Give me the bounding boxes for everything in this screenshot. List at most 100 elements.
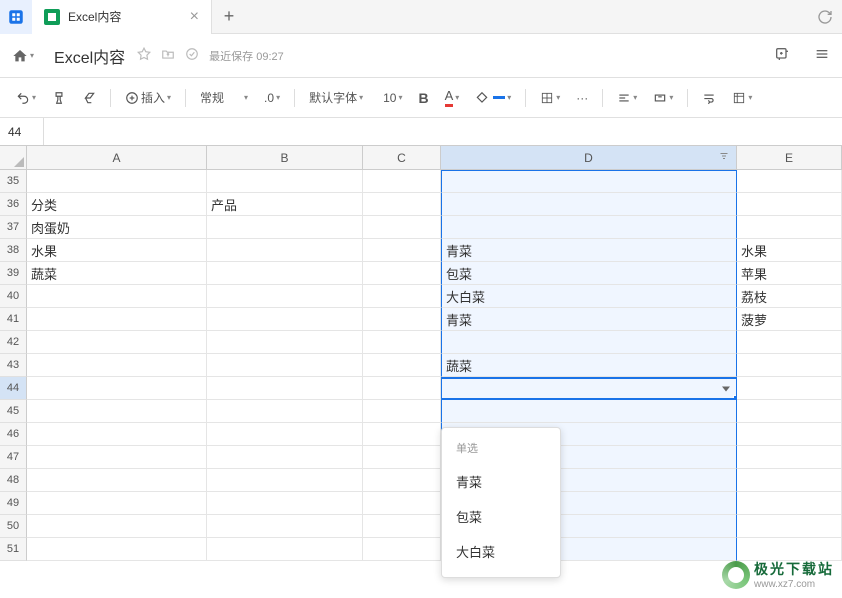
row-header-38[interactable]: 38 — [0, 239, 27, 262]
cell-B38[interactable] — [207, 239, 363, 262]
cell-D36[interactable] — [441, 193, 737, 216]
cell-B35[interactable] — [207, 170, 363, 193]
dropdown-item[interactable]: 青菜 — [442, 464, 560, 499]
cell-B41[interactable] — [207, 308, 363, 331]
add-collaborator-icon[interactable] — [774, 46, 790, 65]
row-header-40[interactable]: 40 — [0, 285, 27, 308]
cell-B36[interactable]: 产品 — [207, 193, 363, 216]
menu-icon[interactable] — [814, 46, 830, 65]
insert-button[interactable]: 插入▾ — [119, 85, 177, 110]
dropdown-arrow-icon[interactable] — [722, 386, 730, 391]
cell-A45[interactable] — [27, 400, 207, 423]
cell-A36[interactable]: 分类 — [27, 193, 207, 216]
filter-icon[interactable] — [718, 150, 730, 165]
cell-C42[interactable] — [363, 331, 441, 354]
cell-B37[interactable] — [207, 216, 363, 239]
cell-D38[interactable]: 青菜 — [441, 239, 737, 262]
cell-B40[interactable] — [207, 285, 363, 308]
decimal-button[interactable]: .0▾ — [258, 87, 286, 109]
cell-A39[interactable]: 蔬菜 — [27, 262, 207, 285]
font-size-dropdown[interactable]: 10▾ — [377, 87, 408, 109]
select-all-corner[interactable] — [0, 146, 27, 170]
cell-D45[interactable] — [441, 400, 737, 423]
row-header-47[interactable]: 47 — [0, 446, 27, 469]
close-tab-icon[interactable]: × — [190, 8, 199, 26]
cell-B47[interactable] — [207, 446, 363, 469]
spreadsheet[interactable]: ABCDE3536分类产品37肉蛋奶38水果青菜水果39蔬菜包菜苹果40大白菜荔… — [0, 146, 842, 598]
dropdown-item[interactable]: 包菜 — [442, 499, 560, 534]
cell-B42[interactable] — [207, 331, 363, 354]
borders-button[interactable]: ▾ — [534, 87, 566, 109]
column-header-D[interactable]: D — [441, 146, 737, 170]
font-color-button[interactable]: A▾ — [439, 84, 466, 111]
cell-C47[interactable] — [363, 446, 441, 469]
column-header-B[interactable]: B — [207, 146, 363, 170]
cell-E40[interactable]: 荔枝 — [737, 285, 842, 308]
cell-E38[interactable]: 水果 — [737, 239, 842, 262]
refresh-icon[interactable] — [808, 0, 842, 34]
cell-C49[interactable] — [363, 492, 441, 515]
align-button[interactable]: ▾ — [611, 87, 643, 109]
row-header-46[interactable]: 46 — [0, 423, 27, 446]
cell-A50[interactable] — [27, 515, 207, 538]
cell-B50[interactable] — [207, 515, 363, 538]
cell-E41[interactable]: 菠萝 — [737, 308, 842, 331]
cell-C45[interactable] — [363, 400, 441, 423]
row-header-43[interactable]: 43 — [0, 354, 27, 377]
app-icon[interactable] — [0, 0, 32, 34]
cell-B43[interactable] — [207, 354, 363, 377]
cell-D39[interactable]: 包菜 — [441, 262, 737, 285]
document-tab[interactable]: Excel内容 × — [32, 0, 212, 34]
cell-C37[interactable] — [363, 216, 441, 239]
cell-C36[interactable] — [363, 193, 441, 216]
cell-A49[interactable] — [27, 492, 207, 515]
row-header-36[interactable]: 36 — [0, 193, 27, 216]
cell-E39[interactable]: 苹果 — [737, 262, 842, 285]
cell-B46[interactable] — [207, 423, 363, 446]
cell-C50[interactable] — [363, 515, 441, 538]
cell-E43[interactable] — [737, 354, 842, 377]
cell-C46[interactable] — [363, 423, 441, 446]
font-dropdown[interactable]: 默认字体▾ — [303, 85, 373, 110]
cell-B48[interactable] — [207, 469, 363, 492]
row-header-35[interactable]: 35 — [0, 170, 27, 193]
cell-E45[interactable] — [737, 400, 842, 423]
cell-C40[interactable] — [363, 285, 441, 308]
cell-A40[interactable] — [27, 285, 207, 308]
cell-E50[interactable] — [737, 515, 842, 538]
row-header-42[interactable]: 42 — [0, 331, 27, 354]
row-header-39[interactable]: 39 — [0, 262, 27, 285]
cell-A46[interactable] — [27, 423, 207, 446]
clear-format-button[interactable] — [76, 87, 102, 109]
cell-E35[interactable] — [737, 170, 842, 193]
cell-B49[interactable] — [207, 492, 363, 515]
column-header-C[interactable]: C — [363, 146, 441, 170]
cell-reference[interactable]: 44 — [0, 118, 44, 145]
cell-E48[interactable] — [737, 469, 842, 492]
cell-C41[interactable] — [363, 308, 441, 331]
cell-C35[interactable] — [363, 170, 441, 193]
wrap-text-button[interactable] — [696, 87, 722, 109]
cell-E37[interactable] — [737, 216, 842, 239]
cell-A35[interactable] — [27, 170, 207, 193]
row-header-51[interactable]: 51 — [0, 538, 27, 561]
cell-D41[interactable]: 青菜 — [441, 308, 737, 331]
cell-D37[interactable] — [441, 216, 737, 239]
cell-B39[interactable] — [207, 262, 363, 285]
more-button[interactable]: ··· — [570, 87, 594, 109]
cell-C51[interactable] — [363, 538, 441, 561]
cell-C44[interactable] — [363, 377, 441, 400]
cell-D44[interactable] — [441, 377, 737, 400]
cell-A48[interactable] — [27, 469, 207, 492]
row-header-48[interactable]: 48 — [0, 469, 27, 492]
cell-A42[interactable] — [27, 331, 207, 354]
merge-button[interactable]: ▾ — [647, 87, 679, 109]
row-header-37[interactable]: 37 — [0, 216, 27, 239]
cell-D35[interactable] — [441, 170, 737, 193]
cell-C48[interactable] — [363, 469, 441, 492]
cell-A37[interactable]: 肉蛋奶 — [27, 216, 207, 239]
cell-C39[interactable] — [363, 262, 441, 285]
cell-E36[interactable] — [737, 193, 842, 216]
cell-E44[interactable] — [737, 377, 842, 400]
column-header-A[interactable]: A — [27, 146, 207, 170]
